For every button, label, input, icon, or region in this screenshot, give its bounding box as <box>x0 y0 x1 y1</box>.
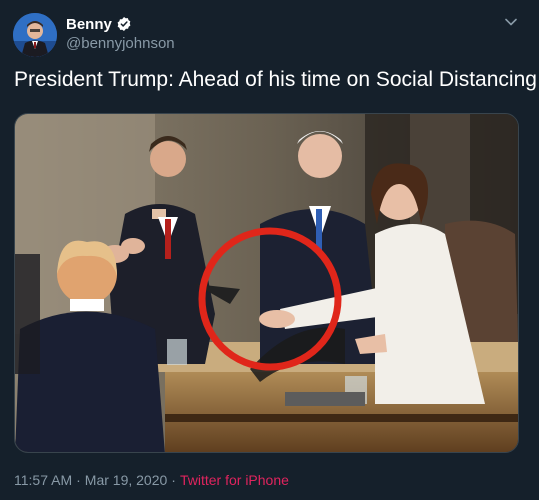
user-handle[interactable]: @bennyjohnson <box>66 35 175 52</box>
verified-badge-icon <box>116 16 132 32</box>
avatar[interactable] <box>13 13 57 57</box>
chevron-down-icon[interactable] <box>501 12 521 32</box>
tweet-text: President Trump: Ahead of his time on So… <box>14 68 537 91</box>
display-name[interactable]: Benny <box>66 16 112 33</box>
meta-separator: · <box>76 472 81 488</box>
tweet-photo[interactable] <box>14 113 519 453</box>
tweet-card: Benny @bennyjohnson President Trump: Ahe… <box>0 0 539 500</box>
tweet-date[interactable]: Mar 19, 2020 <box>85 472 168 488</box>
meta-separator-2: · <box>171 472 176 488</box>
tweet-metadata: 11:57 AM · Mar 19, 2020 · Twitter for iP… <box>14 472 289 488</box>
tweet-source-link[interactable]: Twitter for iPhone <box>180 472 289 488</box>
tweet-time[interactable]: 11:57 AM <box>14 472 72 488</box>
name-row: Benny <box>66 14 132 34</box>
